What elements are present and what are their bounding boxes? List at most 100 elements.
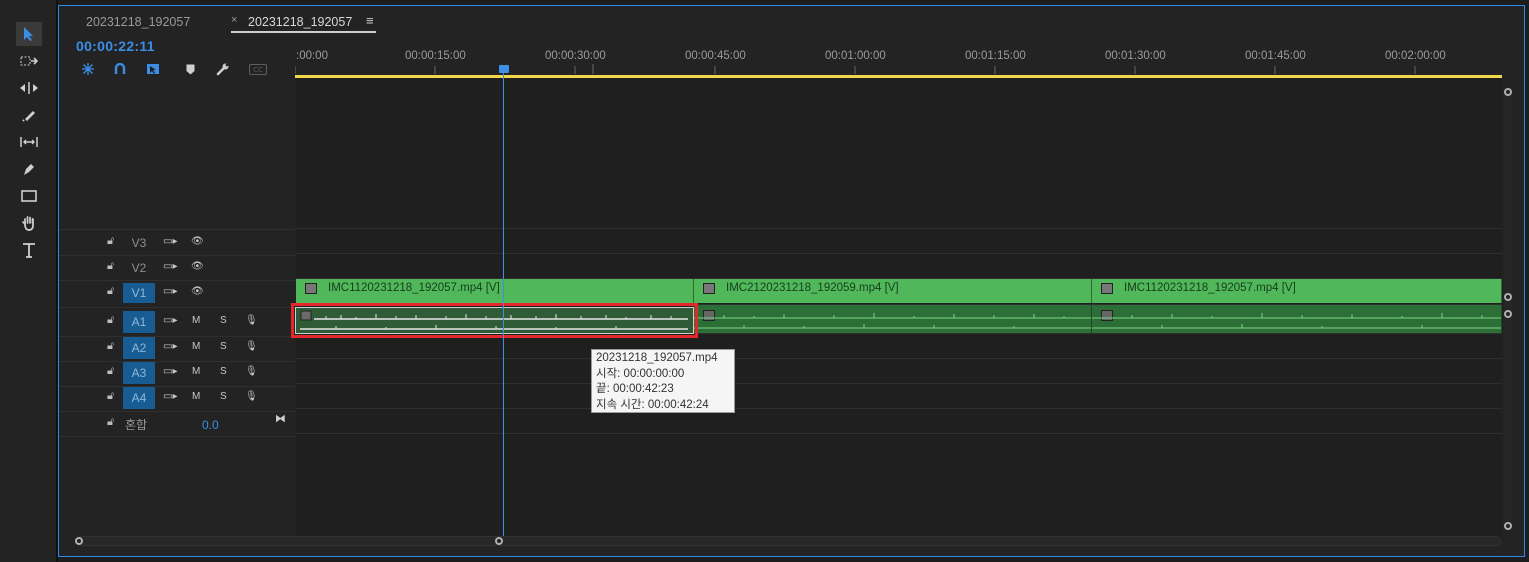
track-header-a3[interactable]: 🔓︎ A3 ▭▸ M S 🎙︎ [59,361,295,385]
zoom-handle-right[interactable] [495,537,503,545]
nest-sequence-icon[interactable] [80,62,96,76]
microphone-icon[interactable]: 🎙︎ [245,341,258,352]
track-select-forward-icon[interactable] [16,49,42,73]
mute-toggle[interactable]: M [192,391,200,402]
eye-icon[interactable]: 👁︎ [191,236,204,247]
track-name-a2[interactable]: A2 [123,337,155,359]
clip-tooltip: 20231218_192057.mp4 시작: 00:00:00:00 끝: 0… [591,349,735,413]
ruler-ticks [295,64,1416,74]
selection-highlight [291,303,698,338]
scroll-handle[interactable] [1504,293,1512,301]
toggle-sync-icon[interactable]: ▭▸ [163,315,177,326]
ruler-label: 00:01:00:00 [825,50,886,62]
wrench-icon[interactable] [215,62,231,76]
lock-icon[interactable]: 🔓︎ [107,285,114,298]
toggle-sync-icon[interactable]: ▭▸ [163,236,177,247]
zoom-handle-left[interactable] [75,537,83,545]
solo-toggle[interactable]: S [220,366,227,377]
tab-sequence-1[interactable]: 20231218_192057 [86,15,190,29]
track-header-a2[interactable]: 🔓︎ A2 ▭▸ M S 🎙︎ [59,336,295,360]
track-divider [296,408,1502,409]
track-name-v3[interactable]: V3 [123,233,155,253]
ruler-label: 00:02:00:00 [1385,50,1446,62]
lock-icon[interactable]: 🔓︎ [107,416,114,429]
video-clip[interactable]: IMC1120231218_192057.mp4 [V] [1092,279,1502,303]
track-header-v1[interactable]: 🔓︎ V1 ▭▸ 👁︎ [59,281,295,305]
mute-toggle[interactable]: M [192,315,200,326]
scroll-handle[interactable] [1504,522,1512,530]
video-clip[interactable]: IMC1120231218_192057.mp4 [V] [296,279,694,303]
track-header-v3[interactable]: 🔓︎ V3 ▭▸ 👁︎ [59,231,295,255]
playhead-timecode[interactable]: 00:00:22:11 [76,38,155,54]
tooltip-start: 시작: 00:00:00:00 [596,367,685,380]
tab-menu-icon[interactable]: ≡ [366,13,374,28]
vertical-scrollbar[interactable] [1504,88,1512,530]
eye-icon[interactable]: 👁︎ [191,286,204,297]
audio-waveform [694,313,1091,329]
horizontal-zoom-scrollbar[interactable] [75,536,1501,546]
audio-clip[interactable] [694,305,1092,333]
microphone-icon[interactable]: 🎙︎ [245,391,258,402]
track-name-v2[interactable]: V2 [123,258,155,278]
lock-icon[interactable]: 🔓︎ [107,235,114,248]
track-divider [296,228,1502,229]
linked-selection-icon[interactable] [145,62,161,76]
mix-panner-icon[interactable]: ⧓ [275,412,286,425]
ripple-edit-icon[interactable] [16,76,42,100]
track-header-a1[interactable]: 🔓︎ A1 ▭▸ M S 🎙︎ [59,310,295,335]
lock-icon[interactable]: 🔓︎ [107,340,114,353]
playhead-handle[interactable] [499,65,509,73]
mute-toggle[interactable]: M [192,366,200,377]
ruler-label: 00:00:15:00 [405,50,466,62]
fx-badge-icon [703,283,715,294]
track-name-a1[interactable]: A1 [123,311,155,333]
audio-clip[interactable] [1092,305,1502,333]
mute-toggle[interactable]: M [192,341,200,352]
tooltip-filename: 20231218_192057.mp4 [596,352,718,364]
add-marker-icon[interactable] [183,62,197,76]
pen-icon[interactable] [16,157,42,181]
toggle-sync-icon[interactable]: ▭▸ [163,261,177,272]
solo-toggle[interactable]: S [220,315,227,326]
track-name-v1[interactable]: V1 [123,283,155,303]
eye-icon[interactable]: 👁︎ [191,261,204,272]
scroll-handle[interactable] [1504,88,1512,96]
tab-sequence-2[interactable]: 20231218_192057 [248,15,352,29]
solo-toggle[interactable]: S [220,341,227,352]
track-header-v2[interactable]: 🔓︎ V2 ▭▸ 👁︎ [59,256,295,280]
captions-icon[interactable]: CC [247,62,269,76]
tab-close-icon[interactable]: × [231,14,237,26]
track-divider [296,358,1502,359]
video-clip[interactable]: IMC2120231218_192059.mp4 [V] [694,279,1092,303]
mix-volume-value[interactable]: 0.0 [202,418,219,432]
toggle-sync-icon[interactable]: ▭▸ [163,391,177,402]
microphone-icon[interactable]: 🎙︎ [245,366,258,377]
track-divider [296,433,1502,434]
track-name-a3[interactable]: A3 [123,362,155,384]
toggle-sync-icon[interactable]: ▭▸ [163,366,177,377]
lock-icon[interactable]: 🔓︎ [107,365,114,378]
razor-icon[interactable] [16,103,42,127]
track-header-mix: 🔓︎ 혼합 0.0 ⧓ [59,412,295,436]
lock-icon[interactable]: 🔓︎ [107,314,114,327]
audio-waveform [1092,313,1501,329]
ruler-label: 00:00:30:00 [545,50,606,62]
lock-icon[interactable]: 🔓︎ [107,390,114,403]
rectangle-icon[interactable] [16,184,42,208]
fx-badge-icon [1101,283,1113,294]
toggle-sync-icon[interactable]: ▭▸ [163,286,177,297]
track-header-a4[interactable]: 🔓︎ A4 ▭▸ M S 🎙︎ [59,386,295,410]
track-name-a4[interactable]: A4 [123,387,155,409]
snap-icon[interactable] [112,62,128,76]
solo-toggle[interactable]: S [220,391,227,402]
hand-icon[interactable] [16,211,42,235]
mix-label: 혼합 [125,418,148,432]
type-icon[interactable] [16,238,42,262]
toggle-sync-icon[interactable]: ▭▸ [163,341,177,352]
playhead-line[interactable] [503,69,504,546]
selection-tool-icon[interactable] [16,22,42,46]
slip-icon[interactable] [16,130,42,154]
microphone-icon[interactable]: 🎙︎ [245,315,258,326]
scroll-handle[interactable] [1504,310,1512,318]
lock-icon[interactable]: 🔓︎ [107,260,114,273]
